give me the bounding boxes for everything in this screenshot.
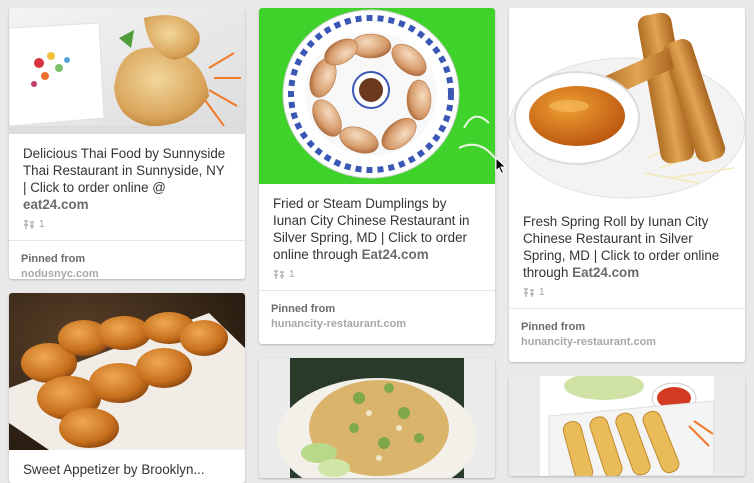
pin-card-thai-food[interactable]: Delicious Thai Food by Sunnyside Thai Re… xyxy=(9,8,245,279)
pin-source[interactable]: Pinned from hunancity-restaurant.com xyxy=(259,290,495,344)
pin-image-dumplings[interactable] xyxy=(259,8,495,184)
pin-card-spring-roll[interactable]: Fresh Spring Roll by Iunan City Chinese … xyxy=(509,8,745,362)
pin-stats: 1 xyxy=(509,281,745,308)
pin-card-spring-rolls-2[interactable] xyxy=(509,376,745,476)
pin-description[interactable]: Fresh Spring Roll by Iunan City Chinese … xyxy=(509,202,745,281)
pin-image-empanadas[interactable] xyxy=(9,293,245,450)
pinned-from-label: Pinned from xyxy=(21,253,86,265)
pin-link-text[interactable]: Eat24.com xyxy=(572,265,639,280)
spring-rolls-2-photo xyxy=(509,376,745,476)
pinned-from-label: Pinned from xyxy=(521,321,586,333)
repin-icon xyxy=(23,219,35,230)
pin-image-thai-pastry[interactable] xyxy=(9,8,245,134)
pin-image-spring-roll[interactable] xyxy=(509,8,745,202)
source-domain-link[interactable]: hunancity-restaurant.com xyxy=(521,335,733,350)
repin-count: 1 xyxy=(289,269,295,280)
pin-stats: 1 xyxy=(9,213,245,240)
dumplings-photo xyxy=(259,8,495,184)
source-domain-link[interactable]: nodusnyc.com xyxy=(21,267,233,279)
pin-stats: 1 xyxy=(259,263,495,290)
pinned-from-label: Pinned from xyxy=(271,303,336,315)
pin-source[interactable]: Pinned from hunancity-restaurant.com xyxy=(509,308,745,362)
repin-icon xyxy=(273,269,285,280)
repin-count: 1 xyxy=(539,287,545,298)
source-domain-link[interactable]: hunancity-restaurant.com xyxy=(271,317,483,332)
pin-description[interactable]: Delicious Thai Food by Sunnyside Thai Re… xyxy=(9,134,245,213)
thai-pastry-photo xyxy=(9,8,245,134)
mouse-pointer-icon xyxy=(495,156,507,180)
pin-card-fried-rice[interactable] xyxy=(259,358,495,478)
repin-icon xyxy=(523,287,535,298)
pin-link-text[interactable]: Eat24.com xyxy=(362,247,429,262)
fried-rice-photo xyxy=(259,358,495,478)
spring-roll-photo xyxy=(509,8,745,202)
empanadas-photo xyxy=(9,293,245,450)
pin-source[interactable]: Pinned from nodusnyc.com xyxy=(9,240,245,279)
pin-image-fried-rice[interactable] xyxy=(259,358,495,478)
pin-image-spring-rolls-2[interactable] xyxy=(509,376,745,476)
pin-link-text[interactable]: eat24.com xyxy=(23,197,89,212)
pin-description[interactable]: Sweet Appetizer by Brooklyn... xyxy=(9,450,245,478)
pin-card-sweet-appetizer[interactable]: Sweet Appetizer by Brooklyn... xyxy=(9,293,245,483)
pin-description[interactable]: Fried or Steam Dumplings by Iunan City C… xyxy=(259,184,495,263)
pin-card-dumplings[interactable]: Fried or Steam Dumplings by Iunan City C… xyxy=(259,8,495,344)
repin-count: 1 xyxy=(39,219,45,230)
